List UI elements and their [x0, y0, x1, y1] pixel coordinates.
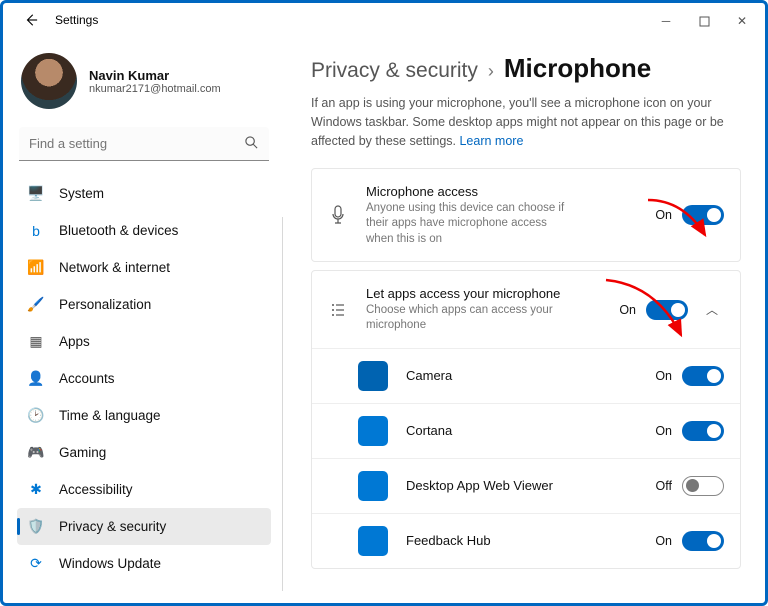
- app-icon: [358, 526, 388, 556]
- breadcrumb-parent[interactable]: Privacy & security: [311, 59, 478, 83]
- app-name: Camera: [406, 368, 655, 383]
- maximize-button[interactable]: [685, 7, 723, 35]
- apps-access-card: Let apps access your microphone Choose w…: [311, 270, 741, 569]
- sidebar-item-label: System: [59, 186, 104, 201]
- sidebar-item-accessibility[interactable]: ✱ Accessibility: [17, 471, 271, 508]
- sidebar-divider: [282, 217, 283, 591]
- app-toggle[interactable]: [682, 476, 724, 496]
- chevron-up-icon[interactable]: ︿: [700, 301, 724, 318]
- mic-access-state: On: [655, 208, 672, 222]
- page-description: If an app is using your microphone, you'…: [311, 94, 741, 150]
- chevron-right-icon: ›: [488, 61, 494, 82]
- app-row: CortanaOn: [312, 403, 740, 458]
- app-row: Desktop App Web ViewerOff: [312, 458, 740, 513]
- learn-more-link[interactable]: Learn more: [459, 134, 523, 148]
- apps-access-toggle[interactable]: [646, 300, 688, 320]
- sidebar-item-network[interactable]: 📶 Network & internet: [17, 249, 271, 286]
- app-row: CameraOn: [312, 348, 740, 403]
- user-name: Navin Kumar: [89, 68, 221, 83]
- app-toggle[interactable]: [682, 531, 724, 551]
- minimize-button[interactable]: ─: [647, 7, 685, 35]
- back-button[interactable]: [21, 10, 41, 30]
- sidebar-item-label: Accessibility: [59, 482, 133, 497]
- app-toggle[interactable]: [682, 366, 724, 386]
- mic-access-title: Microphone access: [366, 183, 655, 201]
- app-toggle-state: On: [655, 424, 672, 438]
- sidebar-item-privacy[interactable]: 🛡️ Privacy & security: [17, 508, 271, 545]
- search-input[interactable]: [19, 127, 269, 161]
- search-icon: [244, 135, 259, 155]
- sidebar-item-label: Gaming: [59, 445, 106, 460]
- mic-access-card: Microphone access Anyone using this devi…: [311, 168, 741, 262]
- app-toggle-state: Off: [656, 479, 672, 493]
- sidebar-item-label: Time & language: [59, 408, 161, 423]
- sidebar-item-accounts[interactable]: 👤 Accounts: [17, 360, 271, 397]
- sidebar-item-personalization[interactable]: 🖌️ Personalization: [17, 286, 271, 323]
- sidebar-item-gaming[interactable]: 🎮 Gaming: [17, 434, 271, 471]
- list-icon: [328, 302, 348, 318]
- personalization-icon: 🖌️: [27, 296, 45, 314]
- sidebar-item-update[interactable]: ⟳ Windows Update: [17, 545, 271, 582]
- nav-list: 🖥️ System b Bluetooth & devices 📶 Network & i…: [17, 175, 271, 603]
- sidebar-item-time[interactable]: 🕑 Time & language: [17, 397, 271, 434]
- user-profile[interactable]: Navin Kumar nkumar2171@hotmail.com: [17, 45, 271, 123]
- microphone-icon: [328, 205, 348, 225]
- apps-access-state: On: [619, 303, 636, 317]
- sidebar-item-label: Privacy & security: [59, 519, 166, 534]
- app-toggle[interactable]: [682, 421, 724, 441]
- gaming-icon: 🎮: [27, 444, 45, 462]
- avatar: [21, 53, 77, 109]
- network-icon: 📶: [27, 259, 45, 277]
- accounts-icon: 👤: [27, 370, 45, 388]
- sidebar-item-label: Accounts: [59, 371, 115, 386]
- sidebar-item-apps[interactable]: ▦ Apps: [17, 323, 271, 360]
- app-row: Feedback HubOn: [312, 513, 740, 568]
- app-icon: [358, 361, 388, 391]
- user-email: nkumar2171@hotmail.com: [89, 83, 221, 95]
- app-name: Cortana: [406, 423, 655, 438]
- mic-access-sub: Anyone using this device can choose if t…: [366, 201, 576, 248]
- update-icon: ⟳: [27, 555, 45, 573]
- privacy-icon: 🛡️: [27, 518, 45, 536]
- sidebar-item-label: Bluetooth & devices: [59, 223, 178, 238]
- system-icon: 🖥️: [27, 185, 45, 203]
- apps-icon: ▦: [27, 333, 45, 351]
- sidebar-item-label: Windows Update: [59, 556, 161, 571]
- apps-access-sub: Choose which apps can access your microp…: [366, 303, 576, 334]
- sidebar-item-label: Network & internet: [59, 260, 170, 275]
- close-button[interactable]: ✕: [723, 7, 761, 35]
- breadcrumb: Privacy & security › Microphone: [311, 53, 741, 84]
- bluetooth-icon: b: [27, 222, 45, 240]
- accessibility-icon: ✱: [27, 481, 45, 499]
- app-icon: [358, 416, 388, 446]
- sidebar-item-system[interactable]: 🖥️ System: [17, 175, 271, 212]
- app-toggle-state: On: [655, 534, 672, 548]
- apps-access-title: Let apps access your microphone: [366, 285, 619, 303]
- app-icon: [358, 471, 388, 501]
- sidebar-item-label: Apps: [59, 334, 90, 349]
- time-icon: 🕑: [27, 407, 45, 425]
- sidebar-item-label: Personalization: [59, 297, 151, 312]
- window-title: Settings: [55, 13, 98, 27]
- mic-access-toggle[interactable]: [682, 205, 724, 225]
- app-name: Desktop App Web Viewer: [406, 478, 656, 493]
- sidebar-item-bluetooth[interactable]: b Bluetooth & devices: [17, 212, 271, 249]
- app-toggle-state: On: [655, 369, 672, 383]
- search-container: [19, 127, 269, 161]
- app-name: Feedback Hub: [406, 533, 655, 548]
- page-title: Microphone: [504, 53, 651, 84]
